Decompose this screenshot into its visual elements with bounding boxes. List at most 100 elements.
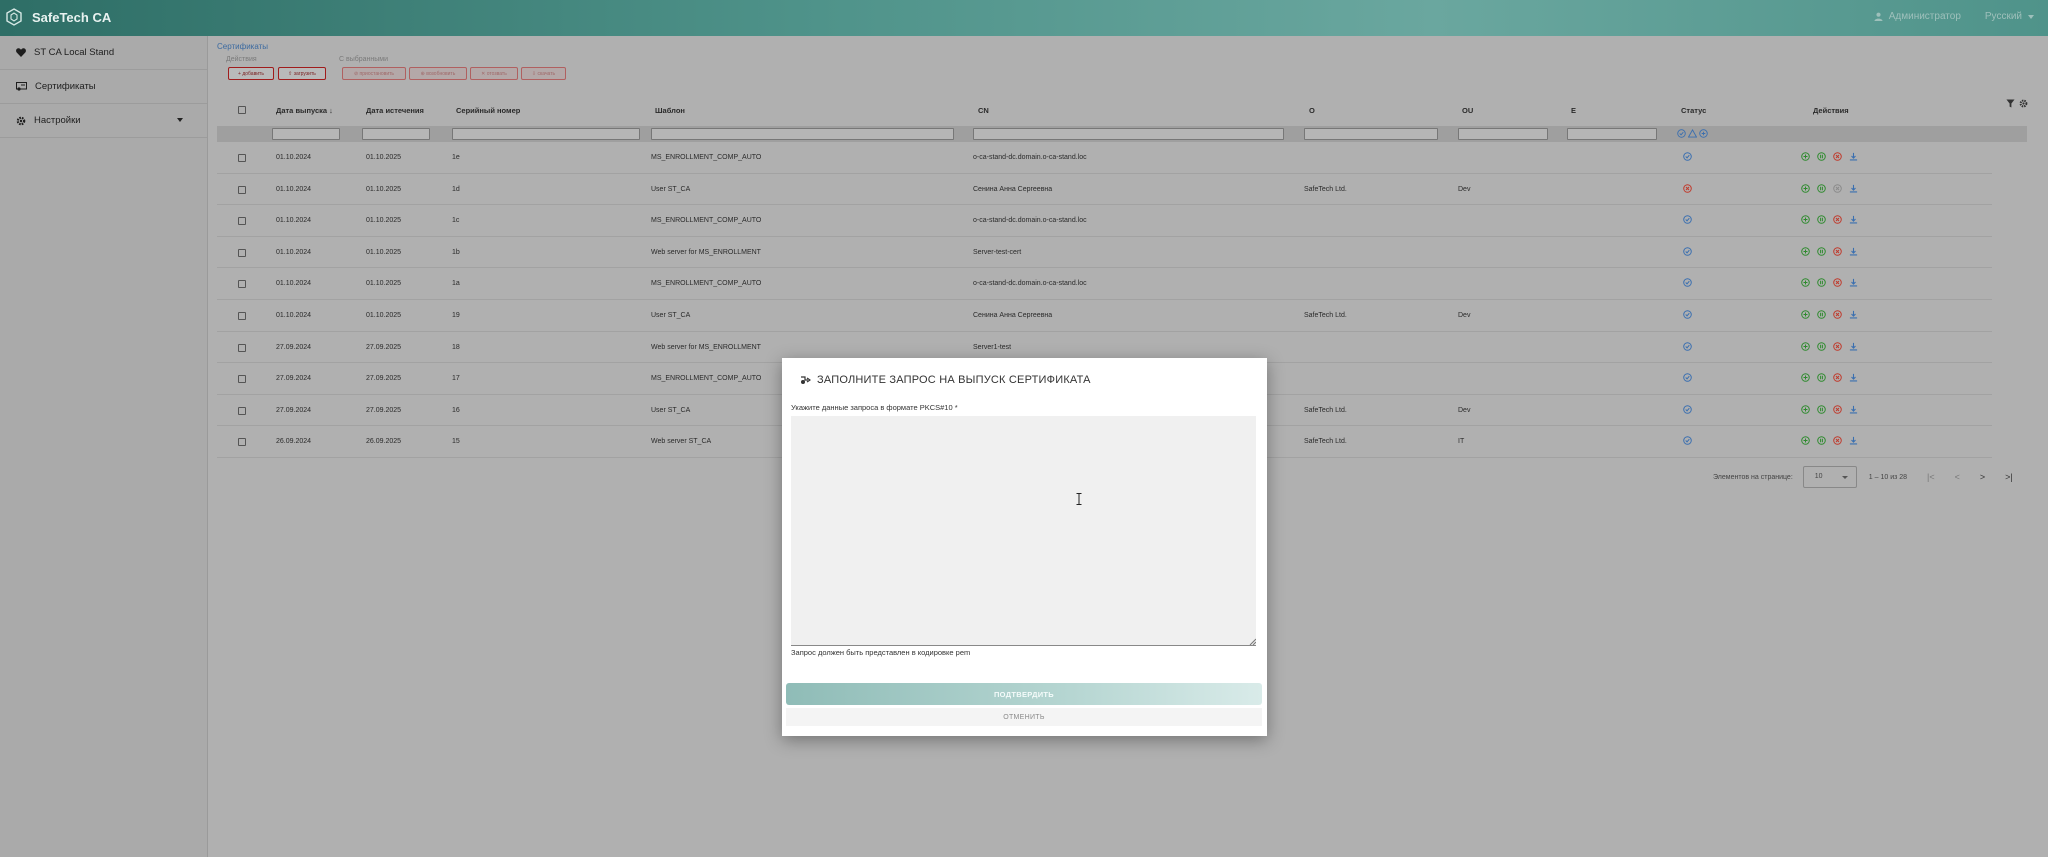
revoke-icon[interactable] [1833,152,1842,161]
user-menu[interactable]: Администратор [1874,11,1961,22]
revoke-icon[interactable] [1833,341,1842,351]
suspend-icon[interactable] [1817,215,1826,224]
resume-icon[interactable] [1801,278,1810,288]
col-e[interactable]: E [1571,106,1576,115]
download-icon[interactable] [1849,215,1858,224]
col-expires[interactable]: Дата истечения [366,106,424,115]
resume-icon[interactable] [1801,247,1810,256]
suspend-icon[interactable] [1817,436,1826,446]
row-checkbox[interactable] [238,311,246,320]
valid-status-icon[interactable] [1683,152,1692,161]
suspend-icon[interactable] [1817,152,1826,161]
download-icon[interactable] [1849,278,1858,287]
sidebar-item-stand[interactable]: ST CA Local Stand [0,36,207,70]
resume-icon[interactable] [1801,404,1810,414]
prev-page-icon[interactable]: < [1955,472,1960,482]
sidebar-item-certificates[interactable]: Сертификаты [0,70,207,104]
col-status[interactable]: Статус [1681,106,1706,115]
row-checkbox[interactable] [238,438,246,447]
download-icon[interactable] [1849,373,1858,382]
valid-status-icon[interactable] [1683,247,1692,256]
e-filter[interactable] [1567,128,1657,140]
add-button[interactable]: + добавить [228,67,274,80]
revoke-icon[interactable] [1833,436,1842,446]
language-select[interactable]: Русский [1985,11,2034,22]
cancel-button[interactable]: ОТМЕНИТЬ [786,708,1262,726]
suspend-icon[interactable] [1817,310,1826,319]
valid-status-icon[interactable] [1683,404,1692,414]
col-template[interactable]: Шаблон [655,106,685,115]
download-icon[interactable] [1849,342,1858,351]
revoke-icon[interactable] [1833,278,1842,288]
status-filter-icons[interactable] [1677,129,1708,138]
table-row[interactable]: 01.10.2024 01.10.2025 1b Web server for MS_… [217,237,1992,269]
upload-button[interactable]: ⇧ загрузить [278,67,326,80]
suspend-icon[interactable] [1817,373,1826,382]
cn-filter[interactable] [973,128,1284,140]
download-icon[interactable] [1849,247,1858,256]
ou-filter[interactable] [1458,128,1548,140]
resize-handle-icon[interactable] [1249,638,1256,645]
valid-status-icon[interactable] [1683,278,1692,288]
download-icon[interactable] [1849,152,1858,161]
col-serial[interactable]: Серийный номер [456,106,520,115]
revoke-icon[interactable] [1833,404,1842,414]
download-icon[interactable] [1849,184,1858,193]
suspend-icon[interactable] [1817,341,1826,351]
row-checkbox[interactable] [238,185,246,194]
filter-icon[interactable] [2006,99,2015,108]
issued-date-filter[interactable] [272,128,340,140]
resume-icon[interactable] [1801,183,1810,193]
valid-status-icon[interactable] [1683,310,1692,319]
suspend-icon[interactable] [1817,404,1826,414]
resume-icon[interactable] [1801,310,1810,319]
brand[interactable]: SafeTech CA [6,8,111,26]
row-checkbox[interactable] [238,217,246,226]
suspend-selected-button[interactable]: ⊘ приостановить [342,67,406,80]
table-row[interactable]: 01.10.2024 01.10.2025 19 User ST_CA Сенина А… [217,300,1992,332]
valid-status-icon[interactable] [1683,373,1692,382]
valid-status-icon[interactable] [1683,215,1692,224]
download-icon[interactable] [1849,310,1858,319]
resume-selected-button[interactable]: ⊕ возобновить [409,67,467,80]
resume-icon[interactable] [1801,436,1810,446]
row-checkbox[interactable] [238,154,246,162]
download-icon[interactable] [1849,436,1858,445]
per-page-select[interactable]: 10 [1802,466,1857,488]
revoke-icon[interactable] [1833,247,1842,256]
suspend-icon[interactable] [1817,247,1826,256]
resume-icon[interactable] [1801,373,1810,382]
expires-date-filter[interactable] [362,128,430,140]
table-row[interactable]: 01.10.2024 01.10.2025 1d User ST_CA Сенина А… [217,174,1992,206]
table-row[interactable]: 01.10.2024 01.10.2025 1c MS_ENROLLMENT_COMP… [217,205,1992,237]
col-ou[interactable]: OU [1462,106,1473,115]
gear-icon[interactable] [2019,99,2028,108]
breadcrumb[interactable]: Сертификаты [217,42,268,51]
row-checkbox[interactable] [238,343,246,352]
col-o[interactable]: O [1309,106,1315,115]
pkcs10-request-textarea[interactable] [791,416,1256,646]
confirm-button[interactable]: ПОДТВЕРДИТЬ [786,683,1262,705]
suspend-icon[interactable] [1817,278,1826,288]
col-issued[interactable]: Дата выпуска ↓ [276,106,333,115]
serial-filter[interactable] [452,128,640,140]
revoke-icon[interactable] [1833,215,1842,224]
revoked-status-icon[interactable] [1683,183,1692,193]
template-filter[interactable] [651,128,954,140]
revoke-icon[interactable] [1833,373,1842,382]
o-filter[interactable] [1304,128,1438,140]
resume-icon[interactable] [1801,152,1810,161]
revoke-icon[interactable] [1833,310,1842,319]
row-checkbox[interactable] [238,406,246,415]
download-selected-button[interactable]: ⇩ скачать [521,67,566,80]
row-checkbox[interactable] [238,375,246,384]
sidebar-item-settings[interactable]: Настройки [0,104,207,138]
col-cn[interactable]: CN [978,106,989,115]
valid-status-icon[interactable] [1683,436,1692,446]
row-checkbox[interactable] [238,280,246,289]
revoke-icon[interactable] [1833,183,1842,193]
table-row[interactable]: 01.10.2024 01.10.2025 1a MS_ENROLLMENT_COMP… [217,268,1992,300]
next-page-icon[interactable]: > [1980,472,1985,482]
valid-status-icon[interactable] [1683,341,1692,351]
resume-icon[interactable] [1801,215,1810,224]
